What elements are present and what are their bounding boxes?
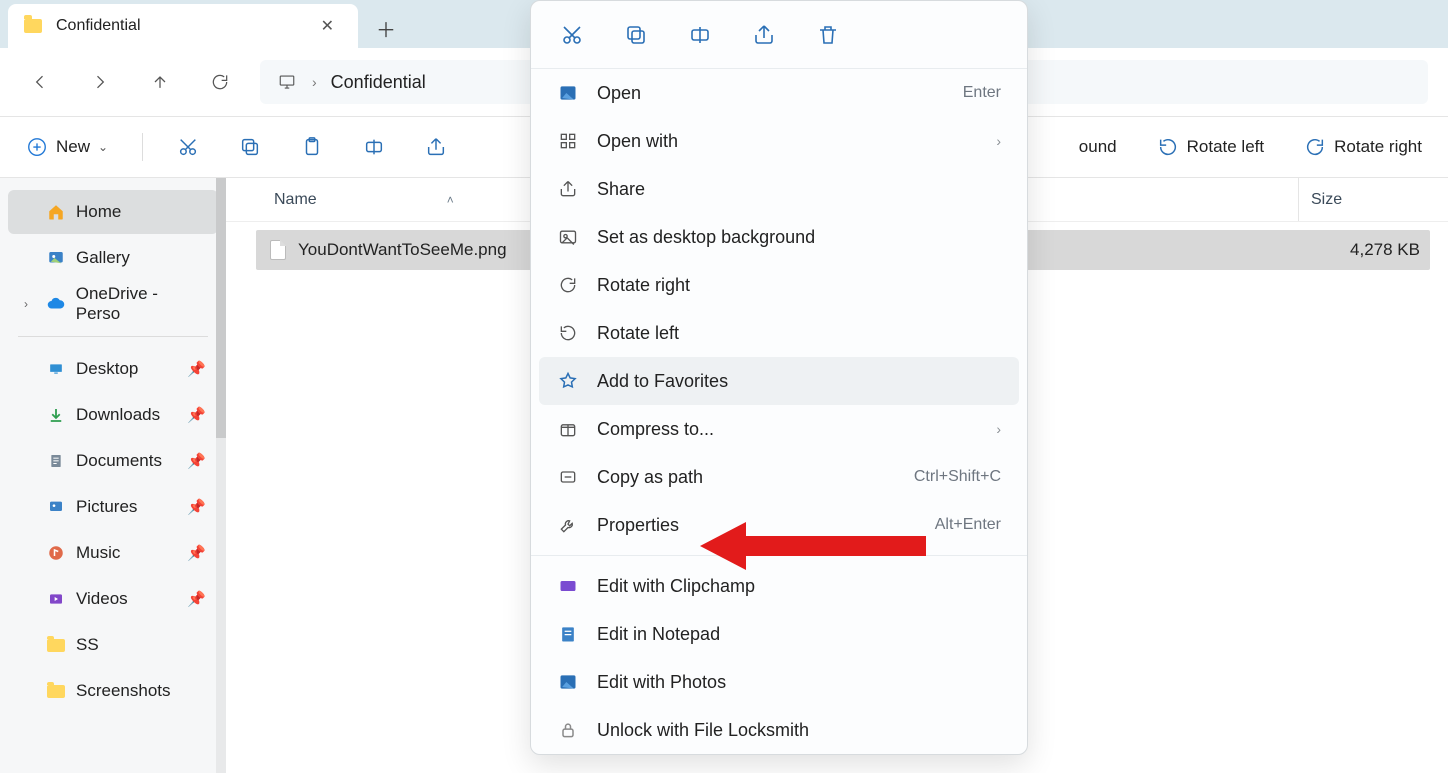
chevron-right-icon: › <box>996 133 1001 149</box>
folder-icon <box>24 19 42 33</box>
file-icon <box>270 240 286 260</box>
ctx-open[interactable]: OpenEnter <box>539 69 1019 117</box>
pin-icon: 📌 <box>187 452 206 470</box>
clipchamp-icon <box>557 575 579 597</box>
image-icon <box>557 82 579 104</box>
sidebar-item-ss[interactable]: SS <box>8 623 218 667</box>
copy-button[interactable] <box>233 127 267 167</box>
videos-icon <box>46 589 66 609</box>
tab-close-button[interactable]: ✕ <box>313 12 342 40</box>
delete-icon[interactable] <box>815 22 841 48</box>
picture-icon <box>557 226 579 248</box>
sidebar-item-videos[interactable]: Videos📌 <box>8 577 218 621</box>
monitor-icon <box>276 73 298 91</box>
notepad-icon <box>557 623 579 645</box>
pin-icon: 📌 <box>187 544 206 562</box>
context-menu-actions <box>531 1 1027 69</box>
apps-icon <box>557 130 579 152</box>
document-icon <box>46 451 66 471</box>
set-background-button-partial[interactable]: ound <box>1073 127 1123 167</box>
cut-icon[interactable] <box>559 22 585 48</box>
ctx-photos[interactable]: Edit with Photos <box>539 658 1019 706</box>
rotate-right-button[interactable]: Rotate right <box>1298 127 1428 167</box>
rename-icon[interactable] <box>687 22 713 48</box>
separator <box>18 336 208 337</box>
paste-button[interactable] <box>295 127 329 167</box>
ctx-properties[interactable]: PropertiesAlt+Enter <box>539 501 1019 549</box>
share-icon[interactable] <box>751 22 777 48</box>
pin-icon: 📌 <box>187 498 206 516</box>
pictures-icon <box>46 497 66 517</box>
ctx-open-with[interactable]: Open with› <box>539 117 1019 165</box>
new-button[interactable]: New ⌄ <box>20 127 114 167</box>
separator <box>531 555 1027 556</box>
star-icon <box>557 370 579 392</box>
back-button[interactable] <box>20 62 60 102</box>
wrench-icon <box>557 514 579 536</box>
chevron-down-icon: ⌄ <box>98 140 108 154</box>
lock-icon <box>557 719 579 741</box>
music-icon <box>46 543 66 563</box>
file-size: 4,278 KB <box>1350 240 1420 260</box>
sidebar-scrollbar[interactable] <box>216 178 226 773</box>
rename-button[interactable] <box>357 127 391 167</box>
sidebar-item-downloads[interactable]: Downloads📌 <box>8 393 218 437</box>
ctx-compress[interactable]: Compress to...› <box>539 405 1019 453</box>
ctx-share[interactable]: Share <box>539 165 1019 213</box>
rotate-left-button[interactable]: Rotate left <box>1151 127 1271 167</box>
up-button[interactable] <box>140 62 180 102</box>
tab-confidential[interactable]: Confidential ✕ <box>8 4 358 48</box>
share-icon <box>557 178 579 200</box>
rotate-right-icon <box>557 274 579 296</box>
sort-asc-icon: ˄ <box>447 193 454 207</box>
ctx-rotate-left[interactable]: Rotate left <box>539 309 1019 357</box>
pin-icon: 📌 <box>187 590 206 608</box>
cloud-icon <box>46 294 66 314</box>
sidebar-item-gallery[interactable]: Gallery <box>8 236 218 280</box>
chevron-right-icon: › <box>312 74 317 90</box>
sidebar-item-music[interactable]: Music📌 <box>8 531 218 575</box>
folder-icon <box>46 681 66 701</box>
new-tab-button[interactable]: ＋ <box>366 8 406 48</box>
archive-icon <box>557 418 579 440</box>
nav-sidebar: Home Gallery › OneDrive - Perso Desktop📌… <box>0 178 226 773</box>
photos-icon <box>557 671 579 693</box>
sidebar-item-desktop[interactable]: Desktop📌 <box>8 347 218 391</box>
download-icon <box>46 405 66 425</box>
file-name: YouDontWantToSeeMe.png <box>298 240 507 260</box>
ctx-locksmith[interactable]: Unlock with File Locksmith <box>539 706 1019 754</box>
ctx-rotate-right[interactable]: Rotate right <box>539 261 1019 309</box>
copy-icon[interactable] <box>623 22 649 48</box>
forward-button[interactable] <box>80 62 120 102</box>
path-icon <box>557 466 579 488</box>
address-folder: Confidential <box>331 72 426 93</box>
home-icon <box>46 202 66 222</box>
share-button[interactable] <box>419 127 453 167</box>
sidebar-item-pictures[interactable]: Pictures📌 <box>8 485 218 529</box>
sidebar-item-home[interactable]: Home <box>8 190 218 234</box>
pin-icon: 📌 <box>187 360 206 378</box>
chevron-right-icon: › <box>996 421 1001 437</box>
separator <box>142 133 143 161</box>
tab-title: Confidential <box>56 17 141 35</box>
cut-button[interactable] <box>171 127 205 167</box>
folder-icon <box>46 635 66 655</box>
sidebar-item-screenshots[interactable]: Screenshots <box>8 669 218 713</box>
context-menu: OpenEnter Open with› Share Set as deskto… <box>530 0 1028 755</box>
chevron-right-icon: › <box>20 297 32 311</box>
gallery-icon <box>46 248 66 268</box>
refresh-button[interactable] <box>200 62 240 102</box>
ctx-copy-path[interactable]: Copy as pathCtrl+Shift+C <box>539 453 1019 501</box>
pin-icon: 📌 <box>187 406 206 424</box>
ctx-set-background[interactable]: Set as desktop background <box>539 213 1019 261</box>
column-size[interactable]: Size <box>1298 178 1448 221</box>
ctx-clipchamp[interactable]: Edit with Clipchamp <box>539 562 1019 610</box>
ctx-add-favorites[interactable]: Add to Favorites <box>539 357 1019 405</box>
desktop-icon <box>46 359 66 379</box>
sidebar-item-documents[interactable]: Documents📌 <box>8 439 218 483</box>
rotate-left-icon <box>557 322 579 344</box>
ctx-notepad[interactable]: Edit in Notepad <box>539 610 1019 658</box>
sidebar-item-onedrive[interactable]: › OneDrive - Perso <box>8 282 218 326</box>
